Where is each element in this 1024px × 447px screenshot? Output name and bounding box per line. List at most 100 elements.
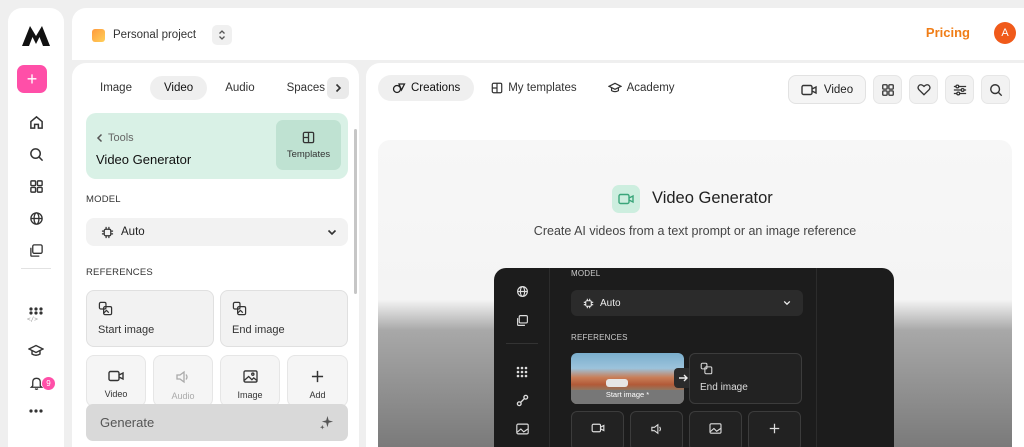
globe-icon[interactable] [8, 211, 64, 226]
add-image-reference-button[interactable]: Image [220, 355, 280, 407]
templates-button[interactable]: Templates [276, 120, 341, 170]
preview-image-slot [689, 411, 742, 447]
preview-start-image-thumbnail: Start image * [571, 353, 684, 404]
sliders-icon [953, 83, 966, 96]
hero-stage: Video Generator Create AI videos from a … [378, 140, 1012, 447]
filters-button[interactable] [945, 75, 974, 104]
search-icon[interactable] [8, 147, 64, 162]
templates-icon [491, 82, 503, 94]
grid-view-button[interactable] [873, 75, 902, 104]
audio-label: Audio [171, 391, 195, 401]
pricing-link[interactable]: Pricing [926, 25, 970, 40]
add-video-reference-button[interactable]: Video [86, 355, 146, 407]
node-icon [494, 394, 550, 407]
tools-back-link[interactable]: Tools [96, 132, 134, 144]
app-logo[interactable] [8, 24, 64, 48]
favorites-button[interactable] [909, 75, 938, 104]
tab-my-templates[interactable]: My templates [477, 75, 590, 101]
video-camera-icon [108, 370, 124, 382]
new-button[interactable]: + [17, 65, 47, 93]
model-section-label: MODEL [86, 194, 121, 205]
home-icon[interactable] [8, 115, 64, 130]
chevron-left-icon [96, 133, 103, 143]
project-name: Personal project [113, 29, 197, 41]
add-reference-button[interactable]: Add [287, 355, 348, 407]
preview-model-select: Auto [571, 290, 803, 316]
preview-start-image-label: Start image * [605, 390, 650, 399]
preview-model-value: Auto [600, 297, 621, 309]
academy-icon[interactable] [8, 344, 64, 358]
speaker-icon [176, 370, 188, 384]
tool-card: Tools Video Generator Templates [86, 113, 348, 179]
chevron-updown-icon[interactable] [212, 25, 233, 45]
chip-icon [583, 298, 594, 308]
tool-title: Video Generator [96, 152, 192, 167]
globe-icon [494, 285, 550, 298]
tab-academy[interactable]: Academy [594, 75, 689, 101]
preview-video-slot [571, 411, 624, 447]
chevron-down-icon [327, 229, 337, 235]
notification-badge: 9 [42, 377, 55, 390]
plus-icon: + [26, 69, 38, 89]
speaker-icon [650, 423, 661, 435]
project-icon [92, 28, 105, 42]
top-bar: Personal project Pricing A [72, 8, 1024, 60]
image-add-icon [98, 301, 113, 316]
apps-grid-icon[interactable] [8, 179, 64, 194]
rail-divider [8, 268, 64, 269]
project-switcher[interactable]: Personal project [92, 25, 233, 45]
tab-creations-label: Creations [411, 82, 461, 94]
generate-button[interactable]: Generate [86, 404, 348, 441]
add-label: Add [309, 390, 326, 400]
bell-icon[interactable] [8, 375, 64, 391]
chip-icon [101, 226, 114, 238]
preview-audio-slot [630, 411, 683, 447]
tab-academy-label: Academy [626, 82, 675, 94]
plus-icon [311, 370, 324, 383]
image-icon [242, 370, 258, 383]
svg-text:</>: </> [27, 316, 38, 322]
video-filter-label: Video [823, 83, 854, 96]
tab-image[interactable]: Image [86, 76, 146, 100]
content-area: Creations My templates Academy Video Vid… [366, 63, 1024, 447]
tab-my-templates-label: My templates [508, 82, 577, 94]
app-preview: MODEL Auto REFERENCES Start image * End … [494, 268, 894, 447]
dots-grid-icon [494, 366, 550, 378]
image-add-icon [700, 362, 713, 375]
hero-title: Video Generator [652, 189, 773, 207]
gallery-icon [494, 314, 550, 327]
avatar[interactable]: A [994, 22, 1016, 44]
tab-audio[interactable]: Audio [211, 76, 268, 100]
tab-video[interactable]: Video [149, 76, 208, 100]
search-button[interactable] [981, 75, 1010, 104]
panel-scrollbar[interactable] [354, 129, 357, 294]
tabs-scroll-right-button[interactable] [327, 77, 349, 99]
more-icon[interactable] [8, 409, 64, 413]
generator-panel: Image Video Audio Spaces Tools Video Gen… [72, 63, 359, 447]
start-image-label: Start image [98, 324, 155, 336]
hero-subtitle: Create AI videos from a text prompt or a… [533, 224, 857, 238]
image-add-icon [232, 301, 247, 316]
chevron-down-icon [783, 300, 791, 306]
nav-rail: + </> 9 [8, 8, 64, 447]
preview-rail [494, 268, 550, 447]
image-label: Image [237, 390, 263, 400]
tab-creations[interactable]: Creations [378, 75, 475, 101]
templates-icon [302, 131, 315, 143]
preview-divider [506, 343, 538, 344]
generate-label: Generate [100, 415, 155, 430]
end-image-slot[interactable]: End image [220, 290, 348, 347]
video-camera-icon [591, 423, 604, 433]
model-select[interactable]: Auto [86, 218, 348, 246]
video-add-icon [801, 84, 817, 95]
templates-label: Templates [286, 148, 331, 160]
dev-tools-icon[interactable]: </> [8, 300, 64, 322]
preview-end-image-slot: End image [689, 353, 802, 404]
add-audio-reference-button[interactable]: Audio [153, 355, 213, 407]
start-image-slot[interactable]: Start image [86, 290, 214, 347]
search-icon [989, 83, 1002, 96]
video-filter-button[interactable]: Video [788, 75, 866, 104]
media-tabs: Image Video Audio Spaces [86, 76, 339, 100]
gallery-icon[interactable] [8, 243, 64, 258]
chevron-right-icon [335, 83, 342, 93]
